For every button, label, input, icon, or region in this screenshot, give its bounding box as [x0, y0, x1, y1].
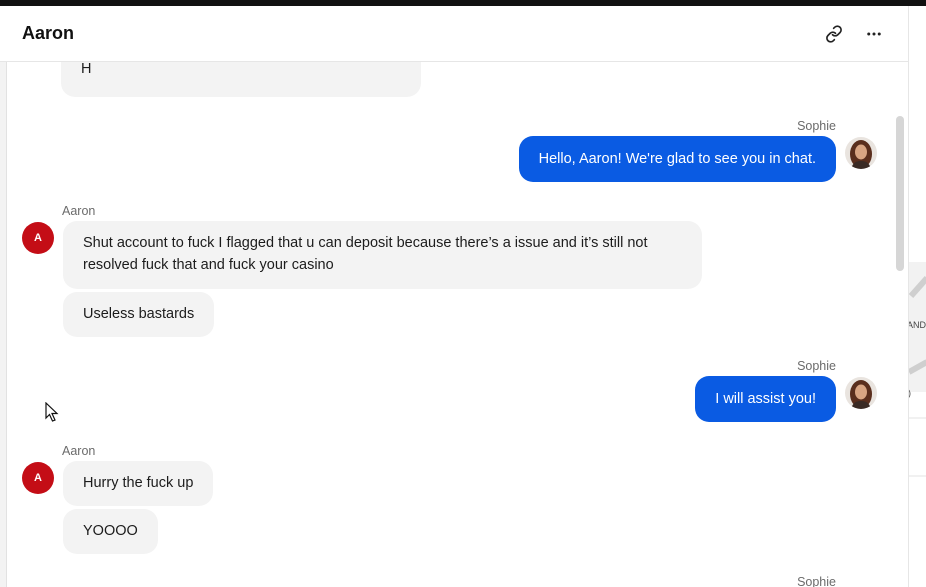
message-bubble-incoming: H	[61, 62, 421, 97]
message-bubble-outgoing: Hello, Aaron! We're glad to see you in c…	[518, 136, 836, 182]
message-bubble-incoming: YOOOO	[63, 509, 158, 554]
message-text: H	[81, 62, 92, 77]
chat-header: Aaron	[0, 6, 908, 62]
message-text: I will assist you!	[715, 391, 816, 407]
avatar-sophie	[845, 377, 877, 409]
message-text-line: Shut account to fuck I flagged that u ca…	[83, 235, 648, 251]
sender-name-aaron: Aaron	[62, 444, 96, 458]
message-list[interactable]: H Sophie Hello, Aaron! We're glad to see…	[6, 62, 908, 587]
message-text-line: resolved fuck that and fuck your casino	[83, 257, 334, 273]
message-text: Useless bastards	[83, 306, 195, 322]
sender-name-sophie: Sophie	[797, 575, 836, 587]
sender-name-sophie: Sophie	[797, 119, 836, 133]
more-options-button[interactable]	[862, 22, 886, 46]
message-bubble-incoming: Useless bastards	[63, 292, 215, 337]
copy-link-button[interactable]	[822, 22, 846, 46]
sender-name-aaron: Aaron	[62, 204, 96, 218]
more-horizontal-icon	[867, 32, 881, 36]
message-text: Hurry the fuck up	[83, 475, 194, 491]
avatar-aaron: A	[22, 222, 54, 254]
avatar-aaron: A	[22, 462, 54, 494]
mouse-cursor-icon	[45, 402, 59, 422]
avatar-sophie	[845, 137, 877, 169]
chat-title: Aaron	[22, 23, 75, 43]
message-text: Hello, Aaron! We're glad to see you in c…	[538, 151, 816, 167]
map-label: )	[908, 388, 911, 398]
message-bubble-outgoing: I will assist you!	[695, 376, 836, 422]
link-icon	[826, 25, 842, 43]
map-panel-edge: AND )	[908, 6, 926, 587]
map-label: AND	[908, 320, 926, 330]
message-bubble-incoming: Shut account to fuck I flagged that u ca…	[63, 221, 702, 289]
message-text: YOOOO	[83, 523, 138, 539]
message-bubble-incoming: Hurry the fuck up	[63, 461, 214, 506]
sender-name-sophie: Sophie	[797, 359, 836, 373]
chat-scrollbar[interactable]	[896, 116, 904, 271]
